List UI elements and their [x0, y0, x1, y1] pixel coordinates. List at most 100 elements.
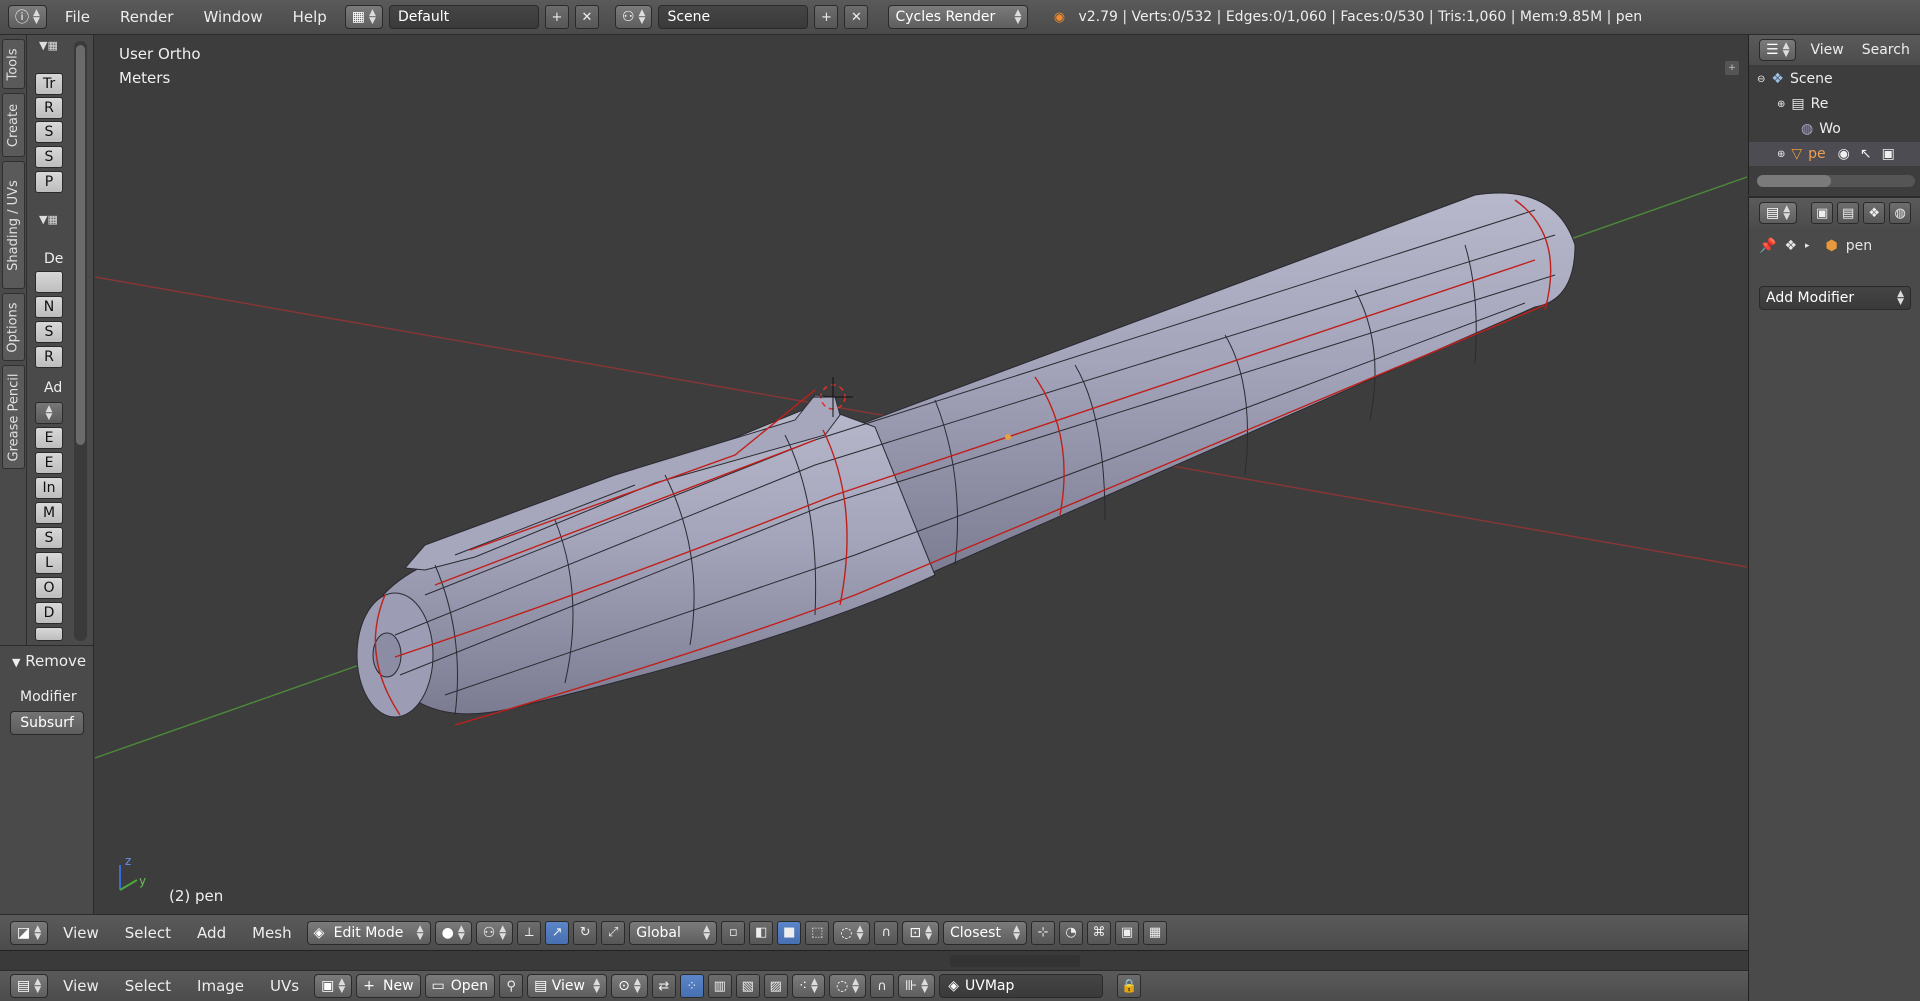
uv-menu-select[interactable]: Select — [114, 977, 182, 995]
tool-make-edge-button[interactable]: M — [35, 502, 63, 524]
panel-collapse-icon[interactable]: ▼▦ — [39, 213, 58, 226]
tool-subdivide-button[interactable]: S — [35, 527, 63, 549]
outliner-row-pen[interactable]: ⊕ ▽ pe ◉ ↖ ▣ — [1749, 142, 1920, 166]
tool-scale-button[interactable]: S — [35, 121, 63, 143]
extrude-dropdown[interactable]: ▲ ▼ — [35, 402, 63, 424]
uv-menu-view[interactable]: View — [52, 977, 110, 995]
render-preview-button[interactable]: ▣ — [1115, 920, 1140, 945]
uv-snap-toggle[interactable]: ∩ — [870, 974, 895, 998]
scale-manipulator[interactable]: ⤢ — [601, 920, 626, 945]
menu-add[interactable]: Add — [186, 924, 237, 942]
render-engine-select[interactable]: Cycles Render ▲ ▼ — [888, 5, 1029, 29]
editor-type-button[interactable]: ⓘ ▲ ▼ — [8, 5, 47, 29]
mode-select[interactable]: ◈ Edit Mode ▲ ▼ — [306, 920, 431, 945]
toolshelf-scrollbar[interactable] — [74, 41, 87, 641]
uv-sync-selection[interactable]: ⇄ — [651, 974, 676, 998]
tool-extrude-individual-button[interactable]: E — [35, 452, 63, 474]
uv-island-select[interactable]: ▨ — [763, 974, 788, 998]
tab-grease-pencil[interactable]: Grease Pencil — [2, 365, 25, 469]
menu-render[interactable]: Render — [108, 8, 185, 26]
outliner-scrollbar[interactable] — [1757, 175, 1915, 187]
add-layout-button[interactable]: + — [544, 5, 569, 29]
tab-create[interactable]: Create — [2, 93, 25, 157]
render-tab-icon[interactable]: ▣ — [1811, 202, 1834, 224]
add-modifier-dropdown[interactable]: Add Modifier ▲ ▼ — [1759, 286, 1911, 310]
tool-deform-button[interactable] — [35, 271, 63, 293]
snap-align-rotation[interactable]: ⊹ — [1031, 920, 1056, 945]
open-image-button[interactable]: ▭ Open — [424, 974, 496, 998]
image-browse-button[interactable]: ▣ ▲ ▼ — [314, 974, 353, 998]
tool-noise-button[interactable]: N — [35, 296, 63, 318]
tool-push-pull-button[interactable]: P — [35, 171, 63, 193]
menu-window[interactable]: Window — [191, 8, 274, 26]
tool-translate-button[interactable]: Tr — [35, 73, 63, 95]
proportional-edit-select[interactable]: ◌ ▲ ▼ — [833, 920, 871, 945]
tool-shrink-button[interactable]: S — [35, 146, 63, 168]
area-divider[interactable] — [0, 950, 1748, 970]
tab-shading-uvs[interactable]: Shading / UVs — [2, 161, 25, 289]
world-tab-icon[interactable]: ◍ — [1889, 202, 1912, 224]
tool-extrude-button[interactable]: E — [35, 427, 63, 449]
menu-select[interactable]: Select — [114, 924, 182, 942]
outliner-row-world[interactable]: ◍ Wo — [1749, 117, 1920, 141]
tool-duplicate-button[interactable]: D — [35, 602, 63, 624]
tool-inset-button[interactable]: In — [35, 477, 63, 499]
tool-randomize-button[interactable]: R — [35, 346, 63, 368]
camera-icon[interactable]: ▣ — [1882, 146, 1895, 162]
screen-layout-field[interactable]: Default — [388, 5, 539, 29]
uv-editor-type[interactable]: ▤ ▲ ▼ — [10, 974, 49, 998]
uv-face-select[interactable]: ▧ — [735, 974, 760, 998]
scene-field[interactable]: Scene — [658, 5, 809, 29]
remove-layout-button[interactable]: ✕ — [574, 5, 599, 29]
orientation-select[interactable]: Global ▲ ▼ — [629, 920, 718, 945]
screen-layout-button[interactable]: ▦ ▲ ▼ — [344, 5, 383, 29]
pin-image-toggle[interactable]: ⚲ — [499, 974, 524, 998]
outliner-row-render-layers[interactable]: ⊕ ▤ Re — [1749, 92, 1920, 116]
pen-mesh[interactable] — [356, 192, 1576, 726]
rotate-manipulator[interactable]: ↻ — [573, 920, 598, 945]
outliner-menu-search[interactable]: Search — [1858, 42, 1914, 58]
outliner-menu-view[interactable]: View — [1804, 42, 1849, 58]
cursor-icon[interactable]: ↖ — [1860, 146, 1872, 162]
uv-snap-element-select[interactable]: ⊪ ▲ ▼ — [898, 974, 936, 998]
uv-vertex-select[interactable]: ⁘ — [679, 974, 704, 998]
lock-toggle[interactable]: 🔒 — [1117, 974, 1142, 998]
pivot-select[interactable]: ⚇ ▲ ▼ — [475, 920, 514, 945]
scene-tab-icon[interactable]: ❖ — [1863, 202, 1886, 224]
uv-pivot-select[interactable]: ⊙ ▲ ▼ — [611, 974, 648, 998]
vertex-select-mode[interactable]: ▫ — [721, 920, 746, 945]
uv-menu-uvs[interactable]: UVs — [259, 977, 310, 995]
operator-title[interactable]: ▼ Remove — [12, 652, 86, 670]
uv-proportional-select[interactable]: ◌ ▲ ▼ — [828, 974, 867, 998]
uv-sticky-select[interactable]: ⁖ ▲ ▼ — [791, 974, 825, 998]
shading-select[interactable]: ● ▲ ▼ — [434, 920, 472, 945]
add-scene-button[interactable]: + — [814, 5, 839, 29]
tab-tools[interactable]: Tools — [2, 39, 25, 89]
pivot-align[interactable]: ⌘ — [1087, 920, 1112, 945]
tool-loop-cut-button[interactable]: L — [35, 552, 63, 574]
tool-offset-edge-button[interactable]: O — [35, 577, 63, 599]
menu-mesh[interactable]: Mesh — [241, 924, 303, 942]
pin-icon[interactable]: 📌 — [1759, 238, 1776, 254]
uv-edge-select[interactable]: ▥ — [707, 974, 732, 998]
tool-more-button[interactable] — [35, 627, 63, 641]
menu-help[interactable]: Help — [281, 8, 339, 26]
remove-scene-button[interactable]: ✕ — [844, 5, 869, 29]
uv-view-mode-select[interactable]: ▤ View ▲ ▼ — [527, 974, 608, 998]
edge-select-mode[interactable]: ◧ — [749, 920, 774, 945]
snap-toggle[interactable]: ∩ — [874, 920, 899, 945]
tab-options[interactable]: Options — [2, 293, 25, 361]
snap-element-select[interactable]: ⊡ ▲ ▼ — [902, 920, 940, 945]
snap-target-select[interactable]: Closest ▲ ▼ — [943, 920, 1028, 945]
render-layers-tab-icon[interactable]: ▤ — [1837, 202, 1860, 224]
menu-view[interactable]: View — [52, 924, 110, 942]
outliner-editor-type[interactable]: ☰ ▲ ▼ — [1759, 39, 1797, 61]
tool-smooth-button[interactable]: S — [35, 321, 63, 343]
subsurf-button[interactable]: Subsurf — [10, 711, 84, 735]
face-select-mode[interactable]: ■ — [777, 920, 802, 945]
uv-menu-image[interactable]: Image — [186, 977, 255, 995]
render-animation-button[interactable]: ▦ — [1143, 920, 1168, 945]
occlude-geometry-toggle[interactable]: ⬚ — [805, 920, 830, 945]
panel-collapse-icon[interactable]: ▼▦ — [39, 39, 58, 52]
outliner-row-scene[interactable]: ⊖ ❖ Scene — [1749, 67, 1920, 91]
